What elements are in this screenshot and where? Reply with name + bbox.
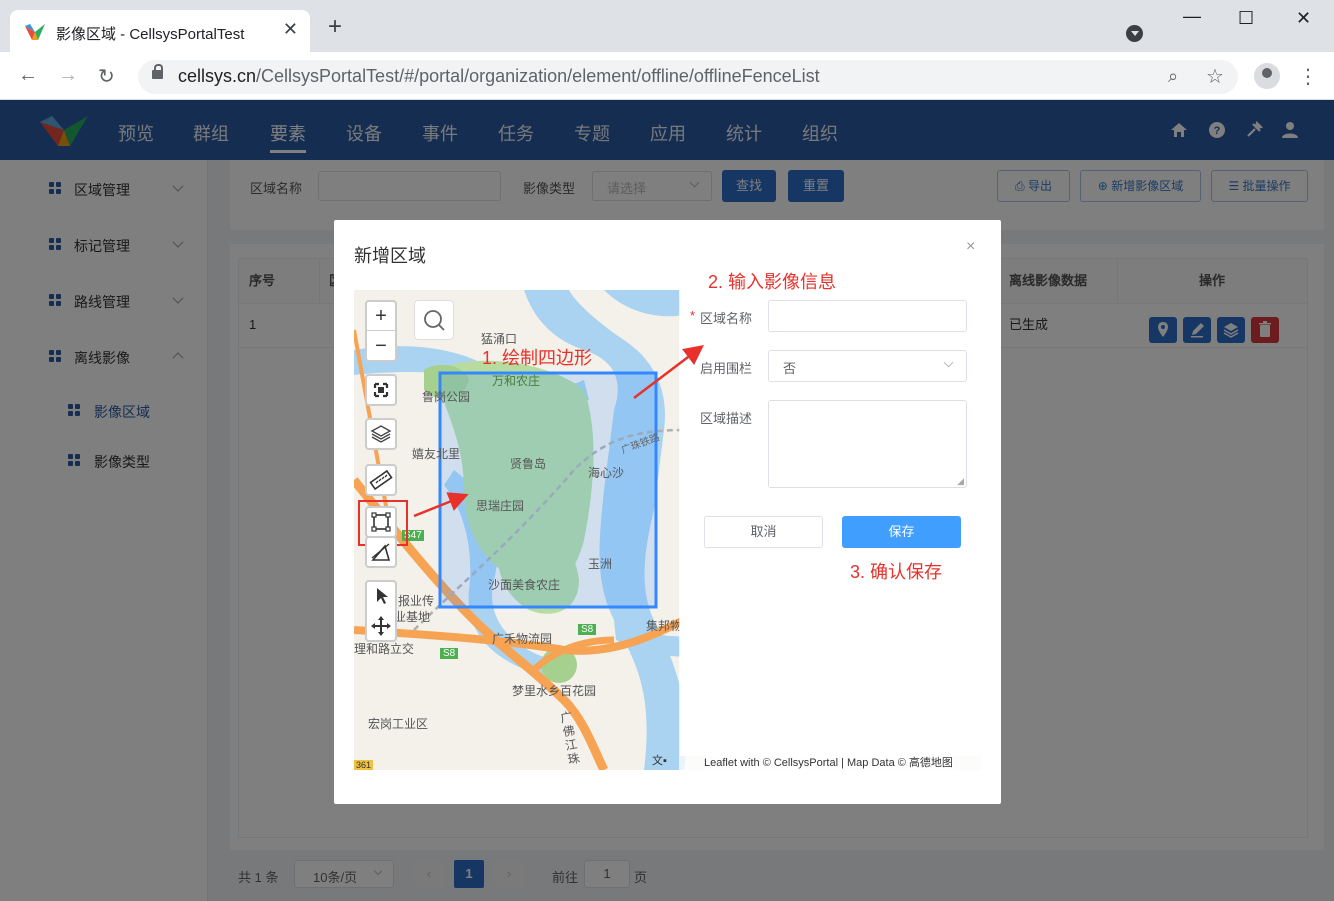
area-name-label: 区域名称 [700,311,753,326]
ruler-icon [369,469,393,491]
road-shield: 361 [354,760,374,770]
fullscreen-icon [373,382,389,398]
minimize-icon[interactable]: — [1183,6,1201,27]
road-shield: S8 [440,648,459,659]
tab-search-icon[interactable] [1126,25,1143,42]
map-label: 报业传 [398,594,435,608]
map-search-button[interactable] [414,300,454,340]
resize-handle-icon: ◢ [957,476,964,486]
url-text[interactable]: cellsys.cn/CellsysPortalTest/#/portal/or… [178,66,820,87]
map-attribution[interactable]: Leaflet with © CellsysPortal | Map Data … [704,754,953,770]
map-label: 广禾物流园 [492,632,553,646]
map-label: 玉洲 [588,557,613,571]
edit-tools [365,580,397,642]
draw-polygon-button[interactable] [365,536,397,568]
zoom-in-button[interactable]: + [367,302,395,331]
browser-menu-icon[interactable]: ⋮ [1298,64,1318,89]
dialog-title: 新增区域 [354,246,426,266]
app-logo-icon [25,24,45,40]
road-shield: S8 [578,624,597,635]
lock-icon [152,64,163,79]
window-close-icon[interactable]: ✕ [1296,8,1311,29]
layers-button[interactable] [365,418,397,450]
area-name-input[interactable] [768,300,967,332]
bookmark-star-icon[interactable]: ☆ [1206,64,1224,89]
measure-button[interactable] [365,464,397,496]
maximize-icon[interactable]: ☐ [1238,8,1254,29]
chevron-down-icon [943,357,954,368]
area-desc-textarea[interactable]: ◢ [768,400,967,488]
add-area-dialog: 新增区域 × 猛涌口 鲁岗公园 万和农庄 嬉友北里 贤鲁岛 思瑞庄园 海心沙 玉… [334,220,1001,804]
map-label: 万和农庄 [492,374,541,388]
map-label: 业基地 [394,610,431,624]
tab-title: 影像区域 - CellsysPortalTest [56,26,245,43]
back-icon[interactable]: ← [18,64,38,87]
url-host: cellsys.cn [178,66,257,86]
map-label: 鲁岗公园 [422,390,471,404]
pointer-icon[interactable] [367,582,395,610]
fullscreen-button[interactable] [365,374,397,406]
annotation-step1: 1. 绘制四边形 [482,348,593,368]
browser-tab-bar: 影像区域 - CellsysPortalTest ✕ + — ☐ ✕ [0,0,1334,52]
cancel-button[interactable]: 取消 [704,516,823,548]
fence-value: 否 [783,361,797,376]
profile-avatar[interactable] [1254,63,1280,89]
map-label: 集邦物 [646,619,683,633]
omnibox[interactable]: cellsys.cn/CellsysPortalTest/#/portal/or… [138,60,1238,94]
url-path: /CellsysPortalTest/#/portal/organization… [256,66,820,86]
map-label: 海心沙 [588,466,625,480]
annotation-step3: 3. 确认保存 [850,562,943,582]
required-mark: * [690,308,696,323]
move-icon[interactable] [367,612,395,640]
browser-tab[interactable]: 影像区域 - CellsysPortalTest ✕ [10,10,310,52]
tab-close-icon[interactable]: ✕ [283,19,298,40]
map-label: 贤鲁岛 [510,457,547,471]
search-icon [424,310,445,331]
fence-label: 启用围栏 [700,361,753,376]
map-attribution-prefix: 文▪ [652,755,667,767]
forward-icon[interactable]: → [58,64,78,87]
area-form: * 区域名称 启用围栏 否 区域描述 ◢ 取消 保存 [680,290,981,756]
map-label: 嬉友北里 [412,447,461,461]
address-bar: ← → ↻ cellsys.cn/CellsysPortalTest/#/por… [0,52,1334,100]
map-label: 理和路立交 [354,642,415,656]
map-label: 梦里水乡百花园 [512,684,597,698]
map-label: 沙面美食农庄 [488,578,561,592]
zoom-icon[interactable]: ⌕ [1168,66,1178,87]
map-label: 宏岗工业区 [368,717,429,731]
area-desc-label: 区域描述 [700,411,753,426]
zoom-control: + − [365,300,397,362]
dialog-close-icon[interactable]: × [966,238,975,256]
reload-icon[interactable]: ↻ [98,64,115,89]
new-tab-icon[interactable]: + [328,15,342,39]
map-label: 思瑞庄园 [476,499,525,513]
annotation-step2: 2. 输入影像信息 [708,272,837,292]
zoom-out-button[interactable]: − [367,332,395,360]
fence-select[interactable]: 否 [768,350,967,382]
draw-polygon-icon [371,543,391,561]
layers-icon [370,425,392,443]
save-button[interactable]: 保存 [842,516,961,548]
